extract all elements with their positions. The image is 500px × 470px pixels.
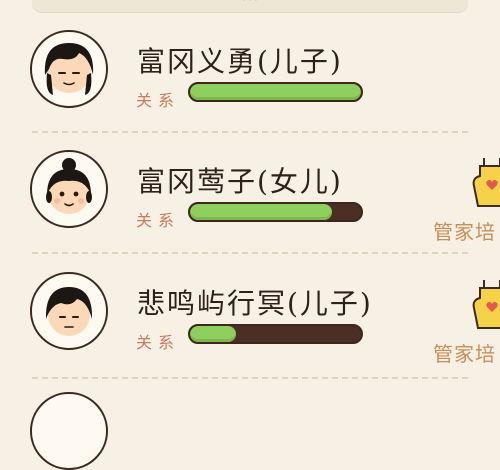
relation-bar [188, 324, 363, 344]
member-name: 富冈莺子(女儿) [137, 165, 343, 198]
avatar-face-icon [44, 43, 94, 95]
relation-label: 关系 [136, 333, 181, 352]
apron-heart-icon [472, 280, 500, 329]
top-tab-text: … [32, 0, 468, 5]
member-row[interactable]: 悲鸣屿行冥(儿子) 关系 管家培 [0, 272, 500, 390]
relation-bar-fill [190, 84, 361, 100]
relation-label: 关系 [136, 211, 181, 230]
top-tab: … [32, 0, 468, 12]
relation-label: 关系 [136, 91, 181, 110]
member-row[interactable]: 富冈莺子(女儿) 关系 管家培 [0, 150, 500, 268]
relation-bar-fill [190, 204, 332, 220]
avatar[interactable] [30, 392, 108, 470]
avatar[interactable] [30, 272, 108, 350]
avatar-face-icon [45, 287, 93, 336]
avatar-face-icon [46, 158, 92, 214]
divider [32, 131, 468, 133]
steward-badge[interactable]: 管家培 [430, 156, 500, 266]
member-name: 悲鸣屿行冥(儿子) [137, 287, 373, 320]
avatar[interactable] [30, 30, 108, 108]
avatar[interactable] [30, 150, 108, 228]
relation-bar-fill [190, 326, 237, 342]
steward-badge-label: 管家培 [433, 220, 496, 244]
divider [32, 377, 468, 379]
member-name: 富冈义勇(儿子) [137, 45, 343, 78]
steward-badge[interactable]: 管家培 [430, 278, 500, 388]
relation-bar [188, 82, 363, 102]
apron-heart-icon [472, 158, 500, 207]
steward-badge-label: 管家培 [433, 342, 496, 366]
relation-bar [188, 202, 363, 222]
divider [32, 252, 468, 254]
